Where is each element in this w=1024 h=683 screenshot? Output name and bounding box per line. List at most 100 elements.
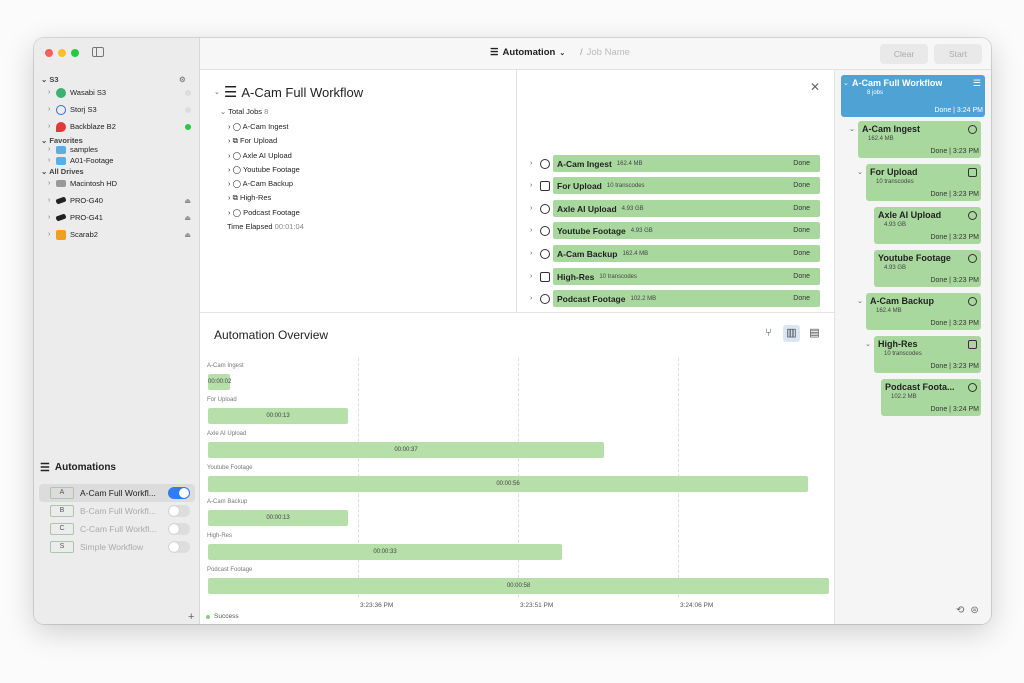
workflow-title: ⌄ ☰ A-Cam Full Workflow (214, 83, 363, 101)
tree-item[interactable]: › ⧉ For Upload (228, 134, 300, 148)
chevron-right-icon: › (530, 250, 533, 257)
job-tree: › ◯ A-Cam Ingest › ⧉ For Upload › ◯ Axle… (228, 120, 300, 220)
filter-icon[interactable]: ⊜ (970, 605, 978, 616)
step-row[interactable]: › Axle AI Upload 4.93 GB Done (530, 200, 820, 217)
card-sub: 10 transcodes (884, 351, 922, 357)
automation-item-b[interactable]: B B-Cam Full Workfl... (39, 502, 195, 520)
card-done: Done | 3:23 PM (930, 191, 979, 198)
automation-icon: ☰ (972, 78, 981, 88)
sidebar-item-a01-footage[interactable]: › A01-Footage (48, 155, 193, 166)
branch-icon[interactable]: ⑂ (760, 325, 777, 342)
automation-toggle[interactable] (168, 523, 190, 535)
automation-icon: ☰ (490, 47, 499, 58)
section-all-drives[interactable]: ⌄ All Drives (41, 167, 84, 176)
total-jobs-value: 8 (264, 107, 269, 116)
step-row[interactable]: › High-Res 10 transcodes Done (530, 268, 820, 285)
step-row[interactable]: › A-Cam Backup 162.4 MB Done (530, 245, 820, 262)
gantt-bar[interactable]: 00:00:33 (208, 544, 562, 560)
transcode-icon (540, 180, 550, 191)
chevron-down-icon[interactable]: ⌄ (214, 88, 220, 96)
card-sub: 8 jobs (867, 90, 884, 96)
section-s3[interactable]: ⌄ S3 ⚙ (41, 75, 186, 84)
sidebar-item-storj[interactable]: › Storj S3 (48, 103, 193, 116)
legend: Success (206, 613, 239, 620)
sidebar-item-samples[interactable]: › samples (48, 144, 193, 155)
card-done: Done | 3:23 PM (930, 234, 979, 241)
history-card[interactable]: ⌄ A-Cam Backup 162.4 MB Done | 3:23 PM (857, 293, 981, 330)
gantt-bar[interactable]: 00:00:02 (208, 374, 231, 390)
history-card[interactable]: ⌄ For Upload 10 transcodes Done | 3:23 PM (857, 164, 981, 201)
minimize-window-button[interactable] (58, 49, 66, 57)
status-dot (185, 106, 191, 113)
start-button[interactable]: Start (934, 44, 982, 64)
card-title: Axle AI Upload (878, 210, 942, 220)
chart-icon[interactable]: ▥ (783, 325, 800, 342)
sidebar-item-label: Macintosh HD (70, 179, 118, 188)
card-title: Podcast Foota... (885, 382, 955, 392)
card-title: For Upload (870, 167, 918, 177)
gantt-bar[interactable]: 00:00:58 (208, 578, 829, 594)
tree-item[interactable]: › ◯ A-Cam Backup (228, 177, 300, 191)
chevron-right-icon: › (48, 123, 51, 130)
card-done: Done | 3:23 PM (930, 320, 979, 327)
gantt-bar[interactable]: 00:00:13 (208, 510, 348, 526)
eject-icon[interactable]: ⏏ (184, 197, 191, 205)
chevron-down-icon: ⌄ (857, 298, 863, 305)
storj-icon (56, 104, 66, 115)
step-row[interactable]: › Youtube Footage 4.93 GB Done (530, 222, 820, 239)
history-card[interactable]: ⌄ High-Res 10 transcodes Done | 3:23 PM (865, 336, 981, 373)
gear-icon[interactable]: ⚙ (179, 75, 186, 84)
history-card[interactable]: Podcast Foota... 102.2 MB Done | 3:24 PM (881, 379, 981, 416)
gantt-bar[interactable]: 00:00:37 (208, 442, 604, 458)
tree-item[interactable]: › ◯ A-Cam Ingest (228, 120, 300, 134)
step-bar: Youtube Footage 4.93 GB Done (553, 222, 820, 239)
card-title: A-Cam Backup (870, 296, 935, 306)
toolbar: ☰ Automation ⌄ / Job Name Clear Start (200, 38, 991, 70)
workflow-panel: ⌄ ☰ A-Cam Full Workflow ⌄ Total Jobs 8 › ◯… (200, 70, 834, 313)
tree-item[interactable]: › ◯ Axle AI Upload (228, 149, 300, 163)
zoom-window-button[interactable] (71, 49, 79, 57)
step-row[interactable]: › Podcast Footage 102.2 MB Done (530, 290, 820, 307)
automation-item-c[interactable]: C C-Cam Full Workfl... (39, 520, 195, 538)
sidebar-item-pro-g41[interactable]: › PRO-G41 ⏏ (48, 211, 193, 224)
sidebar-item-scarab2[interactable]: › Scarab2 ⏏ (48, 228, 193, 241)
history-icon[interactable]: ⟲ (956, 605, 964, 616)
tree-item[interactable]: › ◯ Youtube Footage (228, 163, 300, 177)
history-card[interactable]: Youtube Footage 4.93 GB Done | 3:23 PM (874, 250, 981, 287)
step-row[interactable]: › For Upload 10 transcodes Done (530, 177, 820, 194)
automation-toggle[interactable] (168, 541, 190, 553)
tree-item-label: Axle AI Upload (242, 150, 292, 160)
tree-item[interactable]: › ⧉ High-Res (228, 191, 300, 205)
sidebar-item-wasabi[interactable]: › Wasabi S3 (48, 86, 193, 99)
clipboard-icon[interactable]: ▤ (806, 325, 823, 342)
gantt-bar[interactable]: 00:00:56 (208, 476, 808, 492)
eject-icon[interactable]: ⏏ (184, 231, 191, 239)
automation-toggle[interactable] (168, 487, 190, 499)
total-jobs-row[interactable]: ⌄ Total Jobs 8 (220, 107, 268, 116)
automation-item-s[interactable]: S Simple Workflow (39, 538, 195, 556)
close-window-button[interactable] (45, 49, 53, 57)
history-card[interactable]: ⌄ A-Cam Ingest 162.4 MB Done | 3:23 PM (849, 121, 981, 158)
sidebar-item-backblaze[interactable]: › Backblaze B2 (48, 120, 193, 133)
mode-menu[interactable]: ☰ Automation ⌄ (490, 47, 565, 58)
tree-item[interactable]: › ◯ Podcast Footage (228, 206, 300, 220)
clear-button[interactable]: Clear (880, 44, 928, 64)
job-name-field[interactable]: / Job Name (580, 47, 630, 58)
gantt-bar[interactable]: 00:00:13 (208, 408, 348, 424)
automation-item-a[interactable]: A A-Cam Full Workfl... (39, 484, 195, 502)
sidebar-item-pro-g40[interactable]: › PRO-G40 ⏏ (48, 194, 193, 207)
automation-toggle[interactable] (168, 505, 190, 517)
history-card-root[interactable]: ⌄ A-Cam Full Workflow 8 jobs Done | 3:24 PM… (841, 75, 985, 117)
automations-list: A A-Cam Full Workfl... B B-Cam Full Workfl… (34, 484, 200, 556)
mode-label: Automation (502, 47, 556, 58)
history-card[interactable]: Axle AI Upload 4.93 GB Done | 3:23 PM (874, 207, 981, 244)
sidebar-toggle-icon[interactable] (92, 47, 104, 57)
step-row[interactable]: › A-Cam Ingest 162.4 MB Done (530, 155, 820, 172)
sidebar-item-macintosh-hd[interactable]: › Macintosh HD (48, 177, 193, 190)
sidebar-item-label: Wasabi S3 (70, 88, 106, 97)
add-automation-button[interactable]: + (188, 611, 194, 623)
card-sub: 10 transcodes (876, 179, 914, 185)
close-icon[interactable]: ✕ (810, 80, 820, 94)
eject-icon[interactable]: ⏏ (184, 214, 191, 222)
step-name: A-Cam Backup (557, 248, 618, 259)
